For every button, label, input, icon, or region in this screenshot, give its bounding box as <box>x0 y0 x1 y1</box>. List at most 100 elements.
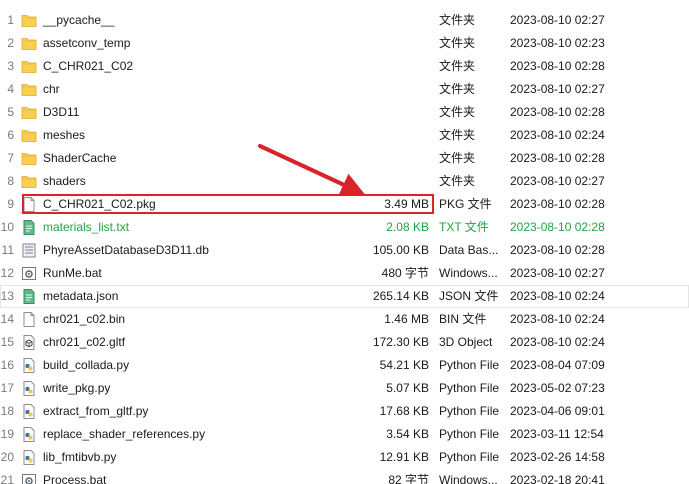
file-date: 2023-08-10 02:28 <box>510 220 605 234</box>
file-name[interactable]: C_CHR021_C02 <box>43 55 353 78</box>
file-name[interactable]: D3D11 <box>43 101 353 124</box>
file-name[interactable]: replace_shader_references.py <box>43 423 353 446</box>
file-size: 172.30 KB <box>372 335 429 349</box>
file-row[interactable]: 19 replace_shader_references.py 3.54 KB Pyt… <box>0 423 689 446</box>
file-row[interactable]: 5 D3D11 文件夹 2023-08-10 02:28 <box>0 101 689 124</box>
file-row[interactable]: 17 write_pkg.py 5.07 KB Python File 2023-05-… <box>0 377 689 400</box>
line-number: 2 <box>7 36 14 50</box>
file-type: Data Bas... <box>439 243 499 257</box>
file-row[interactable]: 16 build_collada.py 54.21 KB Python File 202… <box>0 354 689 377</box>
file-row[interactable]: 4 chr 文件夹 2023-08-10 02:27 <box>0 78 689 101</box>
folder-icon <box>21 36 37 51</box>
file-row[interactable]: 8 shaders 文件夹 2023-08-10 02:27 <box>0 170 689 193</box>
line-number: 21 <box>0 473 14 484</box>
file-type: 文件夹 <box>439 174 476 188</box>
file-row[interactable]: 14 chr021_c02.bin 1.46 MB BIN 文件 2023-08-10 … <box>0 308 689 331</box>
file-date: 2023-08-10 02:24 <box>510 335 605 349</box>
file-row[interactable]: 6 meshes 文件夹 2023-08-10 02:24 <box>0 124 689 147</box>
file-name[interactable]: Process.bat <box>43 469 353 484</box>
file-name[interactable]: lib_fmtibvb.py <box>43 446 353 469</box>
line-number: 5 <box>7 105 14 119</box>
folder-icon <box>21 82 37 97</box>
file-date: 2023-08-10 02:27 <box>510 13 605 27</box>
file-row[interactable]: 13 metadata.json 265.14 KB JSON 文件 2023-08-1… <box>0 285 689 308</box>
folder-icon <box>21 128 37 143</box>
file-name[interactable]: chr <box>43 78 353 101</box>
file-date: 2023-05-02 07:23 <box>510 381 605 395</box>
text-file-icon <box>21 220 37 235</box>
file-name[interactable]: build_collada.py <box>43 354 353 377</box>
file-name[interactable]: write_pkg.py <box>43 377 353 400</box>
folder-icon <box>21 151 37 166</box>
file-row[interactable]: 20 lib_fmtibvb.py 12.91 KB Python File 2023-… <box>0 446 689 469</box>
file-type: 文件夹 <box>439 36 476 50</box>
file-date: 2023-02-18 20:41 <box>510 473 605 484</box>
line-number: 1 <box>7 13 14 27</box>
file-row[interactable]: 7 ShaderCache 文件夹 2023-08-10 02:28 <box>0 147 689 170</box>
file-date: 2023-04-06 09:01 <box>510 404 605 418</box>
file-date: 2023-08-10 02:24 <box>510 289 605 303</box>
file-date: 2023-08-10 02:24 <box>510 312 605 326</box>
file-row[interactable]: 2 assetconv_temp 文件夹 2023-08-10 02:23 <box>0 32 689 55</box>
highlight-annotation-box <box>22 194 434 214</box>
file-size: 105.00 KB <box>372 243 429 257</box>
file-name[interactable]: RunMe.bat <box>43 262 353 285</box>
file-list: 1 __pycache__ 文件夹 2023-08-10 02:27 2 assetcon… <box>0 9 689 484</box>
file-name[interactable]: __pycache__ <box>43 9 353 32</box>
file-row[interactable]: 15 chr021_c02.gltf 172.30 KB 3D Object 2023-… <box>0 331 689 354</box>
batch-file-icon <box>21 473 37 484</box>
python-file-icon <box>21 427 37 442</box>
file-type: 文件夹 <box>439 82 476 96</box>
file-type: 文件夹 <box>439 151 476 165</box>
file-name[interactable]: chr021_c02.gltf <box>43 331 353 354</box>
file-row[interactable]: 11 PhyreAssetDatabaseD3D11.db 105.00 KB Dat… <box>0 239 689 262</box>
file-type: JSON 文件 <box>439 289 499 303</box>
file-date: 2023-03-11 12:54 <box>510 427 604 441</box>
file-size: 5.07 KB <box>386 381 429 395</box>
file-date: 2023-08-10 02:28 <box>510 59 605 73</box>
file-row[interactable]: 10 materials_list.txt 2.08 KB TXT 文件 2023-08… <box>0 216 689 239</box>
file-name[interactable]: assetconv_temp <box>43 32 353 55</box>
file-name[interactable]: materials_list.txt <box>43 216 353 239</box>
file-type: 文件夹 <box>439 13 476 27</box>
python-file-icon <box>21 358 37 373</box>
file-size: 17.68 KB <box>379 404 429 418</box>
line-number: 12 <box>0 266 14 280</box>
line-number: 11 <box>1 243 14 257</box>
line-number: 15 <box>0 335 14 349</box>
file-date: 2023-08-04 07:09 <box>510 358 605 372</box>
file-row[interactable]: 1 __pycache__ 文件夹 2023-08-10 02:27 <box>0 9 689 32</box>
file-name[interactable]: meshes <box>43 124 353 147</box>
file-name[interactable]: metadata.json <box>43 285 353 308</box>
line-number: 14 <box>0 312 14 326</box>
file-type: Windows... <box>439 473 498 484</box>
file-name[interactable]: shaders <box>43 170 353 193</box>
database-file-icon <box>21 243 37 258</box>
file-type: Python File <box>439 427 500 441</box>
batch-file-icon <box>21 266 37 281</box>
file-size: 2.08 KB <box>386 220 429 234</box>
line-number: 13 <box>0 289 14 303</box>
file-date: 2023-08-10 02:27 <box>510 174 605 188</box>
file-size: 3.54 KB <box>386 427 429 441</box>
file-size: 265.14 KB <box>372 289 429 303</box>
file-name[interactable]: PhyreAssetDatabaseD3D11.db <box>43 239 353 262</box>
line-number: 19 <box>0 427 14 441</box>
file-type: Python File <box>439 358 500 372</box>
file-type: 文件夹 <box>439 59 476 73</box>
file-type: PKG 文件 <box>439 197 492 211</box>
3d-object-icon <box>21 335 37 350</box>
json-file-icon <box>21 289 37 304</box>
file-type: Python File <box>439 450 500 464</box>
file-name[interactable]: extract_from_gltf.py <box>43 400 353 423</box>
file-row[interactable]: 18 extract_from_gltf.py 17.68 KB Python Fil… <box>0 400 689 423</box>
file-type: 文件夹 <box>439 105 476 119</box>
line-number: 20 <box>0 450 14 464</box>
file-size: 480 字节 <box>381 266 429 280</box>
file-row[interactable]: 21 Process.bat 82 字节 Windows... 2023-02-18 2… <box>0 469 689 484</box>
file-name[interactable]: ShaderCache <box>43 147 353 170</box>
file-row[interactable]: 12 RunMe.bat 480 字节 Windows... 2023-08-10 02… <box>0 262 689 285</box>
file-name[interactable]: chr021_c02.bin <box>43 308 353 331</box>
file-row[interactable]: 3 C_CHR021_C02 文件夹 2023-08-10 02:28 <box>0 55 689 78</box>
file-type: 3D Object <box>439 335 493 349</box>
